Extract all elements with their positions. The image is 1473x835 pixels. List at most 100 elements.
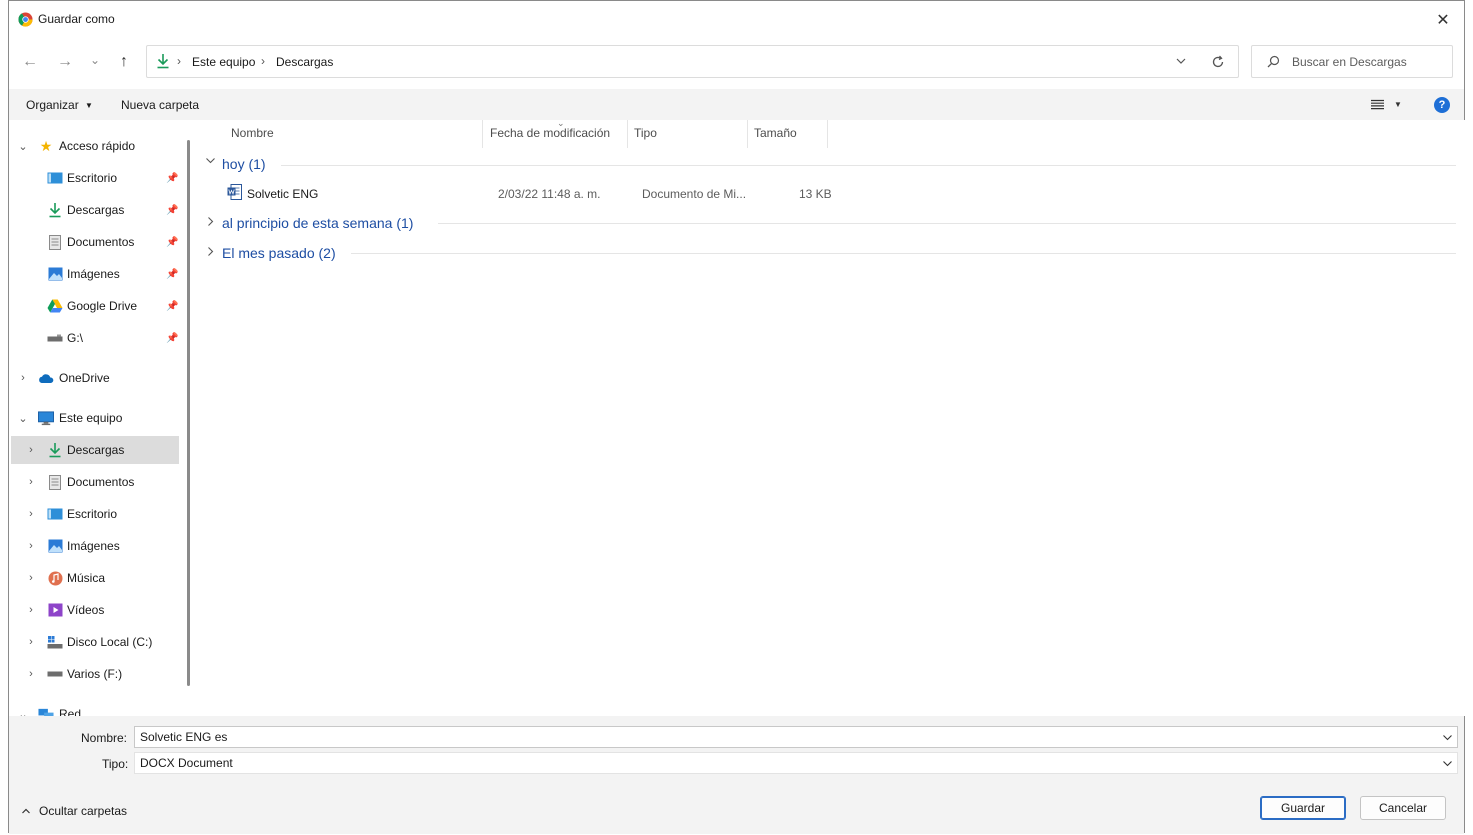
sidebar-item-imagenes[interactable]: › Imágenes xyxy=(9,532,181,560)
pin-icon[interactable]: 📌 xyxy=(166,205,178,216)
sidebar-item-escritorio-quick[interactable]: Escritorio 📌 xyxy=(9,164,181,192)
sidebar-item-imagenes-quick[interactable]: Imágenes 📌 xyxy=(9,260,181,288)
breadcrumb-este-equipo[interactable]: Este equipo xyxy=(192,55,255,69)
chevron-right-icon[interactable]: › xyxy=(25,668,37,680)
file-type-value: DOCX Document xyxy=(140,756,233,770)
save-button[interactable]: Guardar xyxy=(1260,796,1346,820)
sidebar-item-label: Descargas xyxy=(67,443,125,457)
sidebar-item-este-equipo[interactable]: ⌄ Este equipo xyxy=(9,404,181,432)
sidebar-scrollbar[interactable] xyxy=(187,140,190,686)
recent-locations-button[interactable]: ⌄ xyxy=(83,48,107,72)
star-icon: ★ xyxy=(39,137,53,154)
column-header-size[interactable]: Tamaño xyxy=(754,126,797,146)
sidebar-item-red[interactable]: ⌄ Red xyxy=(9,700,181,716)
back-button[interactable]: ← xyxy=(18,50,42,74)
drive-icon xyxy=(47,330,63,346)
chevron-right-icon[interactable]: › xyxy=(25,540,37,552)
pin-icon[interactable]: 📌 xyxy=(166,301,178,312)
sidebar-item-label: Disco Local (C:) xyxy=(67,635,153,649)
column-divider[interactable] xyxy=(627,120,628,148)
chevron-down-icon[interactable] xyxy=(1442,758,1453,769)
chevron-right-icon[interactable] xyxy=(205,246,216,257)
chevron-right-icon[interactable]: › xyxy=(25,476,37,488)
forward-button[interactable]: → xyxy=(53,50,77,74)
address-dropdown-chevron-icon[interactable] xyxy=(1175,55,1187,67)
sidebar-item-videos[interactable]: › Vídeos xyxy=(9,596,181,624)
file-type-select[interactable]: DOCX Document xyxy=(134,752,1458,774)
column-header-type[interactable]: Tipo xyxy=(634,126,657,146)
chevron-right-icon[interactable]: › xyxy=(25,444,37,456)
chevron-down-icon[interactable]: ⌄ xyxy=(17,412,29,425)
file-name-input[interactable]: Solvetic ENG es xyxy=(134,726,1458,748)
caret-down-icon: ▼ xyxy=(1394,100,1402,109)
pin-icon[interactable]: 📌 xyxy=(166,333,178,344)
file-date: 2/03/22 11:48 a. m. xyxy=(498,187,601,201)
group-header-hoy[interactable]: hoy (1) xyxy=(222,156,266,172)
sidebar-item-disco-local-c[interactable]: › Disco Local (C:) xyxy=(9,628,181,656)
file-size: 13 KB xyxy=(799,187,832,201)
save-as-dialog: Guardar como ✕ ← → ⌄ ↑ › Este equipo › D… xyxy=(8,0,1465,834)
cancel-button[interactable]: Cancelar xyxy=(1360,796,1446,820)
sidebar-item-documentos-quick[interactable]: Documentos 📌 xyxy=(9,228,181,256)
chevron-down-icon[interactable]: ⌄ xyxy=(17,140,29,153)
title-bar: Guardar como ✕ xyxy=(9,1,1464,39)
breadcrumb-descargas[interactable]: Descargas xyxy=(276,55,333,69)
sidebar-item-label: Google Drive xyxy=(67,299,138,313)
sidebar-item-musica[interactable]: › Música xyxy=(9,564,181,592)
group-header-mes-pasado[interactable]: El mes pasado (2) xyxy=(222,245,336,261)
sidebar-item-onedrive[interactable]: › OneDrive xyxy=(9,364,181,392)
view-options-button[interactable]: ▼ xyxy=(1371,99,1402,110)
chevron-right-icon[interactable]: › xyxy=(25,508,37,520)
column-header-name[interactable]: Nombre xyxy=(231,126,274,146)
chevron-right-icon[interactable]: › xyxy=(25,636,37,648)
arrow-right-icon: → xyxy=(57,53,73,70)
sidebar-item-label: Imágenes xyxy=(67,267,120,281)
column-header-date[interactable]: Fecha de modificación xyxy=(490,126,610,146)
column-divider[interactable] xyxy=(482,120,483,148)
close-button[interactable]: ✕ xyxy=(1432,9,1454,31)
help-button[interactable]: ? xyxy=(1434,97,1450,113)
column-divider[interactable] xyxy=(747,120,748,148)
list-view-icon xyxy=(1371,99,1384,110)
column-divider[interactable] xyxy=(827,120,828,148)
sidebar-item-varios-f[interactable]: › Varios (F:) xyxy=(9,660,181,688)
up-button[interactable]: ↑ xyxy=(112,50,136,74)
sidebar-item-documentos[interactable]: › Documentos xyxy=(9,468,181,496)
download-arrow-icon xyxy=(156,53,170,69)
chevron-right-icon[interactable]: › xyxy=(17,372,29,384)
pin-icon[interactable]: 📌 xyxy=(166,237,178,248)
sidebar-item-acceso-rapido[interactable]: ⌄ ★ Acceso rápido xyxy=(9,132,181,160)
chevron-right-icon[interactable] xyxy=(205,216,216,227)
chevron-right-icon[interactable]: › xyxy=(25,572,37,584)
pin-icon[interactable]: 📌 xyxy=(166,173,178,184)
google-drive-icon xyxy=(47,298,63,314)
sidebar-item-label: Música xyxy=(67,571,106,585)
chevron-down-icon[interactable] xyxy=(1442,732,1453,743)
arrow-up-icon: ↑ xyxy=(120,53,128,70)
organize-button[interactable]: Organizar ▼ xyxy=(26,98,93,112)
group-header-esta-semana[interactable]: al principio de esta semana (1) xyxy=(222,215,413,231)
chevron-down-icon[interactable] xyxy=(205,155,216,166)
group-divider xyxy=(351,253,1456,254)
sidebar-item-label: Descargas xyxy=(67,203,125,217)
refresh-icon[interactable] xyxy=(1211,55,1225,69)
sidebar-item-label: Escritorio xyxy=(67,507,118,521)
sidebar-item-g-drive[interactable]: G:\ 📌 xyxy=(9,324,181,352)
chevron-right-icon[interactable]: › xyxy=(25,604,37,616)
file-name: Solvetic ENG xyxy=(247,187,319,201)
hide-folders-button[interactable]: Ocultar carpetas xyxy=(21,804,127,818)
sidebar-item-descargas-quick[interactable]: Descargas 📌 xyxy=(9,196,181,224)
caret-down-icon: ▼ xyxy=(85,101,93,110)
navigation-pane: ⌄ ★ Acceso rápido Escritorio 📌 Descargas… xyxy=(9,120,195,716)
sidebar-item-descargas[interactable]: › Descargas xyxy=(11,436,179,464)
new-folder-button[interactable]: Nueva carpeta xyxy=(121,98,199,112)
hide-folders-label: Ocultar carpetas xyxy=(39,804,128,818)
address-bar[interactable]: › Este equipo › Descargas xyxy=(146,45,1239,78)
sidebar-item-google-drive[interactable]: Google Drive 📌 xyxy=(9,292,181,320)
search-box[interactable]: Buscar en Descargas xyxy=(1251,45,1453,78)
sidebar-item-escritorio[interactable]: › Escritorio xyxy=(9,500,181,528)
pin-icon[interactable]: 📌 xyxy=(166,269,178,280)
chevron-down-icon[interactable]: ⌄ xyxy=(17,708,29,717)
word-document-icon xyxy=(227,184,242,200)
file-row[interactable]: Solvetic ENG 2/03/22 11:48 a. m. Documen… xyxy=(215,182,855,204)
